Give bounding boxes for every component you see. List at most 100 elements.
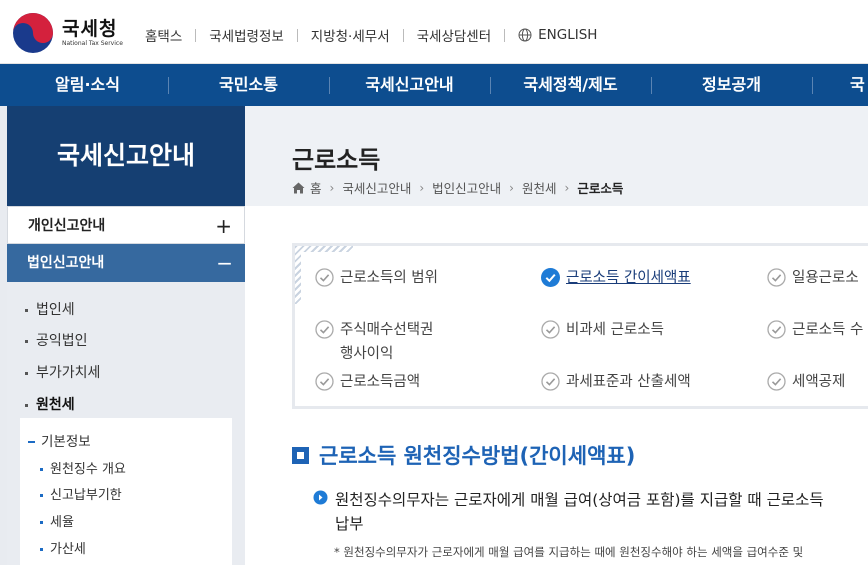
gnb-item-news[interactable]: 알림·소식 — [0, 64, 175, 106]
hometax-link[interactable]: 홈택스 — [145, 25, 182, 45]
content-tabs: 근로소득의 범위 근로소득 간이세액표 일용근로소 주식매수선택권행사이익 비과… — [292, 243, 868, 409]
submenu-group-basic-info[interactable]: 기본정보 — [28, 430, 91, 450]
bullet-icon — [25, 371, 28, 375]
tab-tax-credit[interactable]: 세액공제 — [767, 370, 845, 394]
dash-icon — [28, 441, 35, 443]
brand-name-en: National Tax Service — [62, 40, 123, 47]
submenu-label: 세율 — [50, 515, 74, 530]
divider — [296, 28, 298, 42]
tab-label-line2: 행사이익 — [340, 346, 394, 362]
paragraph-line: 원천징수의무자는 근로자에게 매월 급여(상여금 포함)를 지급할 때 근로소득 — [335, 491, 824, 509]
sidebar-item-corporate[interactable]: 법인신고안내 − — [7, 244, 245, 282]
tab-label: 세액공제 — [792, 374, 846, 390]
logo[interactable]: 국세청 National Tax Service — [12, 12, 123, 54]
bullet-icon — [25, 308, 28, 312]
gnb-item-tax-filing[interactable]: 국세신고안내 — [329, 64, 490, 106]
tab-stock-option[interactable]: 주식매수선택권행사이익 — [315, 318, 433, 366]
top-bar: 국세청 National Tax Service 홈택스 국세법령정보 지방청·… — [0, 0, 868, 64]
tab-label: 근로소득 수 — [792, 322, 864, 338]
tab-tax-base[interactable]: 과세표준과 산출세액 — [541, 370, 691, 394]
section-title: 근로소득 원천징수방법(간이세액표) — [319, 444, 636, 468]
left-gutter — [0, 106, 7, 565]
english-link[interactable]: ENGLISH — [518, 27, 597, 43]
submenu-label: 원천징수 개요 — [50, 462, 126, 477]
breadcrumb-current: 근로소득 — [577, 181, 624, 196]
submenu-item-overview[interactable]: 원천징수 개요 — [40, 458, 126, 477]
chevron-right-icon: › — [419, 180, 425, 195]
tab-daily-worker[interactable]: 일용근로소 — [767, 266, 859, 290]
breadcrumb-home[interactable]: 홈 — [310, 178, 322, 197]
submenu-item-public-corp[interactable]: 공익법인 — [25, 330, 88, 350]
submenu-item-deadline[interactable]: 신고납부기한 — [40, 484, 122, 503]
home-icon — [292, 182, 305, 193]
tab-label: 비과세 근로소득 — [566, 322, 664, 338]
regional-office-link[interactable]: 지방청·세무서 — [311, 25, 390, 45]
gnb-item-policy[interactable]: 국세정책/제도 — [490, 64, 651, 106]
check-circle-icon — [541, 320, 560, 339]
sidebar-submenu: 법인세 공익법인 부가가치세 원천세 기본정보 원천징수 개요 신고납부기한 세… — [7, 282, 245, 565]
section-heading: 근로소득 원천징수방법(간이세액표) — [292, 440, 635, 470]
tab-label: 근로소득 간이세액표 — [566, 270, 691, 286]
decor-stripe — [295, 246, 353, 252]
breadcrumb: 홈 › 국세신고안내 › 법인신고안내 › 원천세 › 근로소득 — [292, 178, 623, 197]
arrow-circle-icon — [313, 490, 328, 505]
bullet-icon — [25, 339, 28, 343]
sidebar-item-label: 개인신고안내 — [28, 218, 106, 234]
withholding-submenu: 기본정보 원천징수 개요 신고납부기한 세율 가산세 — [20, 418, 232, 565]
submenu-item-vat[interactable]: 부가가치세 — [25, 362, 100, 382]
submenu-item-tax-rate[interactable]: 세율 — [40, 511, 74, 530]
check-circle-icon — [767, 320, 786, 339]
tab-simple-tax-table[interactable]: 근로소득 간이세액표 — [541, 266, 691, 290]
check-circle-icon — [315, 268, 334, 287]
consult-center-link[interactable]: 국세상담센터 — [417, 25, 492, 45]
divider — [402, 28, 404, 42]
divider — [504, 28, 506, 42]
square-bullet-icon — [292, 446, 309, 464]
tax-law-link[interactable]: 국세법령정보 — [209, 25, 284, 45]
submenu-label: 가산세 — [50, 542, 86, 557]
submenu-item-corporate-tax[interactable]: 법인세 — [25, 299, 75, 319]
submenu-label: 부가가치세 — [36, 365, 101, 381]
gnb-item-more[interactable]: 국 — [820, 64, 868, 106]
english-label: ENGLISH — [538, 27, 598, 43]
section-paragraph: 원천징수의무자는 근로자에게 매월 급여(상여금 포함)를 지급할 때 근로소득… — [313, 488, 868, 536]
submenu-label: 원천세 — [36, 397, 75, 413]
submenu-item-penalty[interactable]: 가산세 — [40, 538, 86, 557]
minus-icon: − — [216, 251, 233, 275]
tab-label: 과세표준과 산출세액 — [566, 374, 691, 390]
bullet-icon — [25, 403, 28, 407]
gnb-item-communication[interactable]: 국민소통 — [168, 64, 329, 106]
check-circle-filled-icon — [541, 268, 560, 287]
globe-icon — [518, 28, 532, 42]
gnb-item-disclosure[interactable]: 정보공개 — [651, 64, 812, 106]
tab-label: 근로소득금액 — [340, 374, 421, 390]
tab-income-calc[interactable]: 근로소득 수 — [767, 318, 863, 342]
brand-name: 국세청 — [62, 18, 118, 40]
plus-icon: + — [215, 214, 232, 238]
tab-label-line1: 주식매수선택권 — [340, 322, 434, 338]
tab-label: 일용근로소 — [792, 270, 859, 286]
divider — [195, 28, 197, 42]
utility-links: 홈택스 국세법령정보 지방청·세무서 국세상담센터 ENGLISH — [145, 25, 597, 45]
check-circle-icon — [315, 320, 334, 339]
bullet-icon — [40, 468, 43, 471]
chevron-right-icon: › — [509, 180, 514, 195]
tab-nontaxable-income[interactable]: 비과세 근로소득 — [541, 318, 664, 342]
submenu-item-withholding[interactable]: 원천세 — [25, 394, 75, 414]
tab-income-amount[interactable]: 근로소득금액 — [315, 370, 420, 394]
sidebar-title: 국세신고안내 — [7, 106, 245, 206]
submenu-group-label: 기본정보 — [41, 434, 91, 450]
submenu-label: 신고납부기한 — [50, 488, 122, 503]
check-circle-icon — [767, 372, 786, 391]
sidebar-item-personal[interactable]: 개인신고안내 + — [7, 206, 245, 244]
divider — [812, 77, 813, 94]
submenu-label: 공익법인 — [36, 333, 88, 349]
chevron-right-icon: › — [329, 180, 335, 195]
taegeuk-logo-icon — [13, 13, 53, 53]
breadcrumb-item[interactable]: 국세신고안내 — [342, 178, 411, 197]
paragraph-line: 납부 — [335, 515, 364, 533]
breadcrumb-item[interactable]: 원천세 — [522, 178, 557, 197]
breadcrumb-item[interactable]: 법인신고안내 — [432, 178, 501, 197]
check-circle-icon — [541, 372, 560, 391]
tab-income-scope[interactable]: 근로소득의 범위 — [315, 266, 438, 290]
